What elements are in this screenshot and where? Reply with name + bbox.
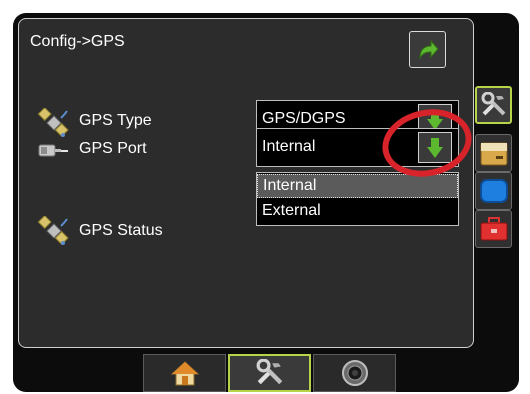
gps-port-value: Internal: [262, 138, 316, 155]
camera-icon: [341, 360, 368, 386]
gps-port-dropdown-list: Internal External: [256, 172, 459, 226]
gps-type-value: GPS/DGPS: [262, 110, 346, 127]
home-icon: [170, 361, 199, 386]
monitor-icon: [479, 179, 508, 203]
side-tab-display[interactable]: [475, 172, 512, 210]
gps-port-label: GPS Port: [79, 140, 147, 157]
dropdown-option-external[interactable]: External: [257, 200, 458, 224]
return-arrow-icon: [418, 39, 439, 60]
satellite-icon: [37, 216, 69, 246]
side-tab-tools[interactable]: [475, 86, 512, 124]
gps-status-label[interactable]: GPS Status: [79, 222, 163, 240]
bottom-tab-home[interactable]: [143, 354, 226, 392]
bottom-tab-tools[interactable]: [228, 354, 311, 392]
back-button[interactable]: [409, 31, 446, 68]
tools-icon: [256, 359, 282, 385]
memory-storage-icon: [480, 142, 507, 166]
bottom-tab-camera[interactable]: [313, 354, 396, 392]
satellite-icon: [37, 108, 69, 138]
gps-receiver-icon: [38, 144, 68, 157]
side-tab-memory[interactable]: [475, 134, 512, 172]
page-title: Config->GPS: [30, 33, 125, 50]
annotation-circle: [382, 109, 472, 177]
side-tab-toolbox[interactable]: [475, 210, 512, 248]
toolbox-icon: [480, 217, 507, 241]
tools-icon: [481, 92, 505, 116]
gps-type-label: GPS Type: [79, 112, 152, 129]
